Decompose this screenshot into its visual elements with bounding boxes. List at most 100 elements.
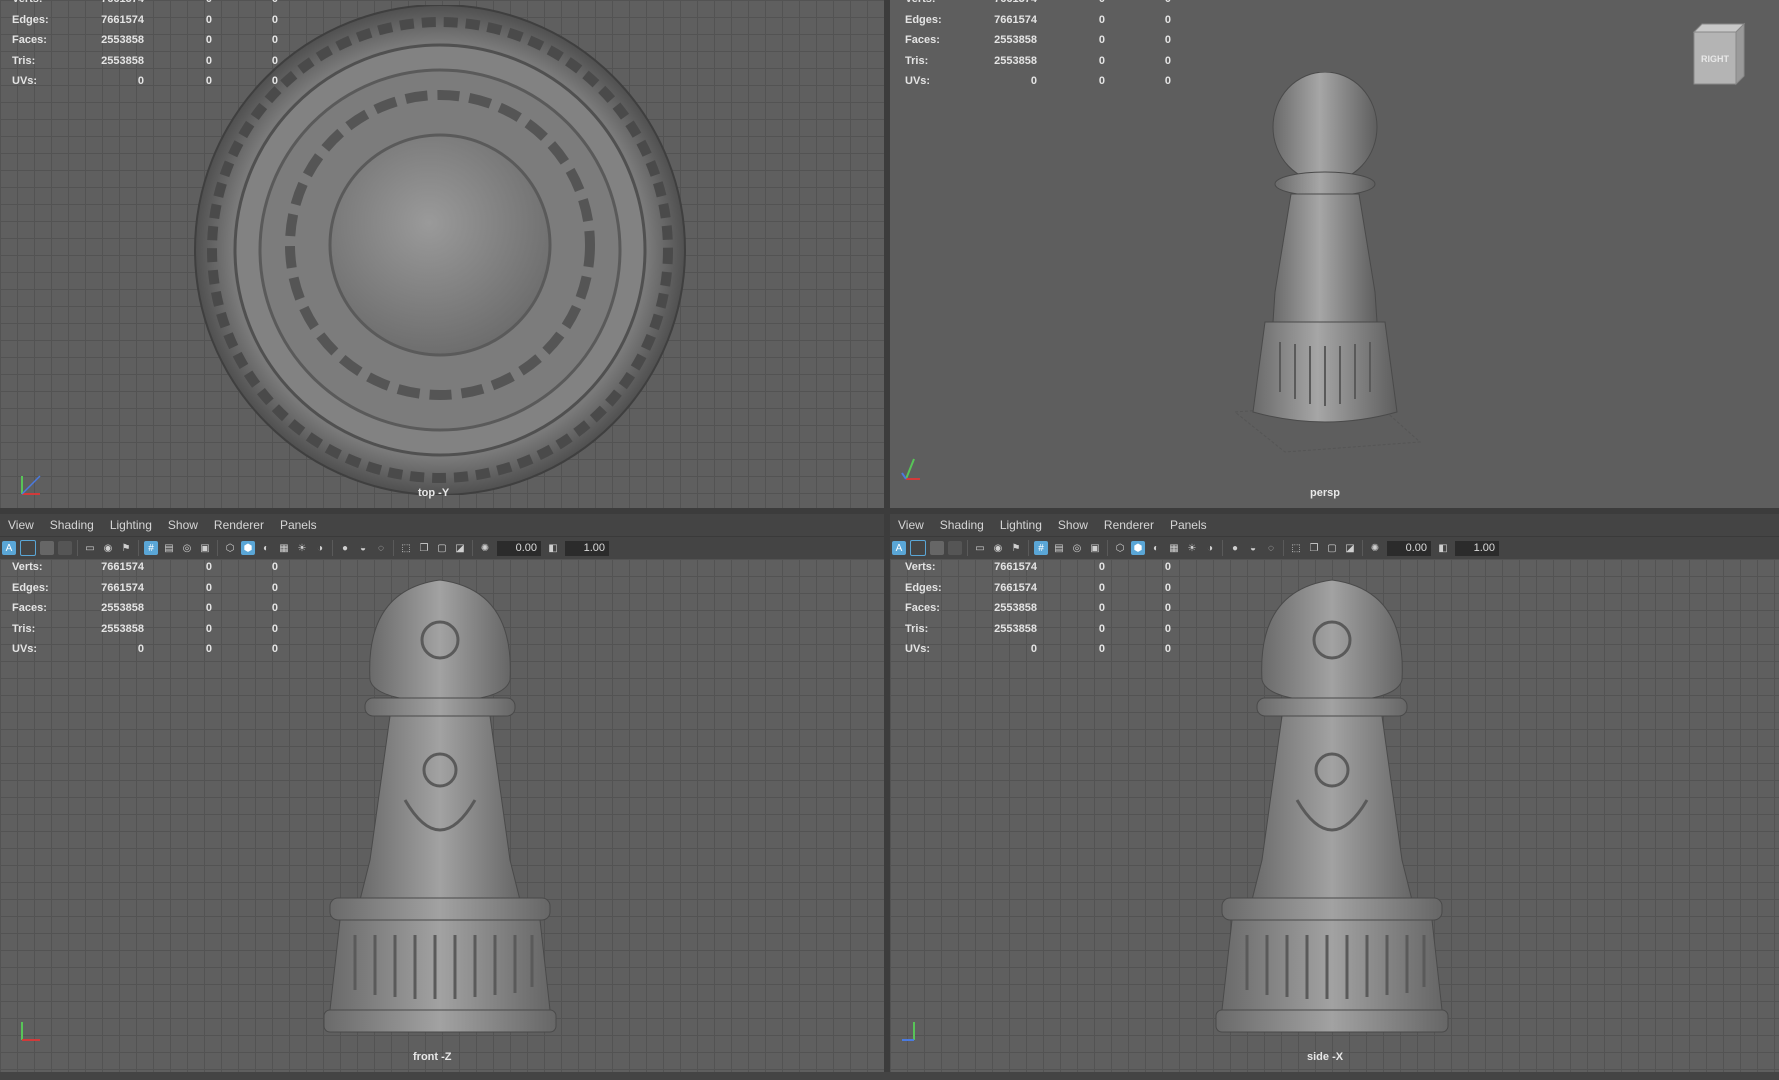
menu-show[interactable]: Show — [1058, 518, 1088, 532]
menu-lighting[interactable]: Lighting — [110, 518, 152, 532]
resolution-gate-icon[interactable]: ◉ — [991, 541, 1005, 555]
toolbar-separator — [217, 540, 218, 556]
menu-renderer[interactable]: Renderer — [1104, 518, 1154, 532]
image-plane-icon[interactable] — [58, 541, 72, 555]
xray-icon[interactable]: ❐ — [1307, 541, 1321, 555]
xray-joints-icon[interactable]: ▢ — [1325, 541, 1339, 555]
ambient-occlusion-icon[interactable]: ● — [338, 541, 352, 555]
panel-divider-horizontal[interactable] — [890, 508, 1779, 514]
menu-show[interactable]: Show — [168, 518, 198, 532]
menu-panels[interactable]: Panels — [1170, 518, 1207, 532]
axis-gizmo — [21, 1022, 40, 1041]
field-chart-icon[interactable]: ▤ — [1052, 541, 1066, 555]
gamma-icon[interactable]: ◧ — [1436, 541, 1450, 555]
axis-gizmo — [902, 1022, 915, 1041]
isolate-select-icon[interactable]: ⬚ — [1289, 541, 1303, 555]
safe-action-icon[interactable]: ◎ — [180, 541, 194, 555]
bookmark-icon[interactable] — [40, 541, 54, 555]
ambient-occlusion-icon[interactable]: ● — [1228, 541, 1242, 555]
smooth-shade-icon[interactable]: ⬢ — [1131, 541, 1145, 555]
viewport-front[interactable]: View Shading Lighting Show Renderer Pane… — [0, 514, 884, 1072]
wireframe-on-shaded-icon[interactable]: ◐ — [259, 541, 273, 555]
menu-renderer[interactable]: Renderer — [214, 518, 264, 532]
toolbar-separator — [1222, 540, 1223, 556]
camera-attr-icon[interactable] — [910, 540, 926, 556]
gate-mask-icon[interactable]: ⚑ — [1009, 541, 1023, 555]
viewport-top[interactable]: Verts:766157400 Edges:766157400 Faces:25… — [0, 0, 884, 508]
toolbar-separator — [77, 540, 78, 556]
panel-menubar: View Shading Lighting Show Renderer Pane… — [0, 514, 884, 536]
camera-label: front -Z — [413, 1051, 452, 1063]
select-camera-icon[interactable]: A — [2, 541, 16, 555]
film-gate-icon[interactable]: ▭ — [973, 541, 987, 555]
camera-attr-icon[interactable] — [20, 540, 36, 556]
gate-mask-icon[interactable]: ⚑ — [119, 541, 133, 555]
exposure-icon[interactable]: ✺ — [478, 541, 492, 555]
status-bar — [0, 1072, 1779, 1080]
resolution-gate-icon[interactable]: ◉ — [101, 541, 115, 555]
viewcube[interactable]: RIGHT — [1686, 20, 1750, 91]
xray-icon[interactable]: ❐ — [417, 541, 431, 555]
wireframe-icon[interactable]: ⬡ — [1113, 541, 1127, 555]
backface-icon[interactable]: ◪ — [1343, 541, 1357, 555]
film-gate-icon[interactable]: ▭ — [83, 541, 97, 555]
toolbar-separator — [967, 540, 968, 556]
axis-gizmo — [901, 458, 920, 480]
viewport-persp[interactable]: Verts:766157400 Edges:766157400 Faces:25… — [890, 0, 1779, 508]
shadows-icon[interactable]: ◑ — [1203, 541, 1217, 555]
exposure-icon[interactable]: ✺ — [1368, 541, 1382, 555]
toolbar-separator — [472, 540, 473, 556]
menu-lighting[interactable]: Lighting — [1000, 518, 1042, 532]
menu-shading[interactable]: Shading — [940, 518, 984, 532]
motion-blur-icon[interactable]: ◒ — [1246, 541, 1260, 555]
toolbar-separator — [332, 540, 333, 556]
safe-title-icon[interactable]: ▣ — [1088, 541, 1102, 555]
toolbar-separator — [138, 540, 139, 556]
exposure-field[interactable]: 0.00 — [1387, 540, 1431, 556]
antialiasing-icon[interactable]: ◌ — [1264, 541, 1278, 555]
menu-panels[interactable]: Panels — [280, 518, 317, 532]
poly-count-hud: Verts:766157400 Edges:766157400 Faces:25… — [12, 0, 278, 87]
camera-label: top -Y — [418, 487, 450, 499]
select-camera-icon[interactable]: A — [892, 541, 906, 555]
motion-blur-icon[interactable]: ◒ — [356, 541, 370, 555]
toolbar-separator — [1283, 540, 1284, 556]
exposure-field[interactable]: 0.00 — [497, 540, 541, 556]
poly-count-hud: Verts:766157400 Edges:766157400 Faces:25… — [905, 0, 1171, 87]
lights-icon[interactable]: ☀ — [295, 541, 309, 555]
menu-view[interactable]: View — [8, 518, 34, 532]
menu-view[interactable]: View — [898, 518, 924, 532]
gamma-field[interactable]: 1.00 — [565, 540, 609, 556]
grid-icon[interactable]: # — [144, 541, 158, 555]
field-chart-icon[interactable]: ▤ — [162, 541, 176, 555]
textured-icon[interactable]: ▦ — [277, 541, 291, 555]
viewcube-face-label: RIGHT — [1701, 54, 1730, 64]
menu-shading[interactable]: Shading — [50, 518, 94, 532]
toolbar-separator — [1028, 540, 1029, 556]
shadows-icon[interactable]: ◑ — [313, 541, 327, 555]
safe-action-icon[interactable]: ◎ — [1070, 541, 1084, 555]
toolbar-separator — [1107, 540, 1108, 556]
image-plane-icon[interactable] — [948, 541, 962, 555]
wireframe-icon[interactable]: ⬡ — [223, 541, 237, 555]
chess-pawn-side-view — [1215, 579, 1449, 1033]
panel-toolbar: A ▭ ◉ ⚑ # ▤ ◎ ▣ ⬡ ⬢ ◐ ▦ ☀ ◑ ● ◒ ◌ ⬚ ❐ ▢ … — [890, 536, 1779, 559]
bookmark-icon[interactable] — [930, 541, 944, 555]
smooth-shade-icon[interactable]: ⬢ — [241, 541, 255, 555]
wireframe-on-shaded-icon[interactable]: ◐ — [1149, 541, 1163, 555]
textured-icon[interactable]: ▦ — [1167, 541, 1181, 555]
grid-icon[interactable]: # — [1034, 541, 1048, 555]
gamma-field[interactable]: 1.00 — [1455, 540, 1499, 556]
poly-count-hud: Verts:766157400 Edges:766157400 Faces:25… — [905, 561, 1171, 655]
backface-icon[interactable]: ◪ — [453, 541, 467, 555]
safe-title-icon[interactable]: ▣ — [198, 541, 212, 555]
xray-joints-icon[interactable]: ▢ — [435, 541, 449, 555]
viewport-side[interactable]: View Shading Lighting Show Renderer Pane… — [890, 514, 1779, 1072]
panel-divider-vertical[interactable] — [884, 0, 890, 1080]
lights-icon[interactable]: ☀ — [1185, 541, 1199, 555]
isolate-select-icon[interactable]: ⬚ — [399, 541, 413, 555]
antialiasing-icon[interactable]: ◌ — [374, 541, 388, 555]
axis-gizmo — [21, 475, 41, 495]
panel-divider-horizontal[interactable] — [0, 508, 884, 514]
gamma-icon[interactable]: ◧ — [546, 541, 560, 555]
